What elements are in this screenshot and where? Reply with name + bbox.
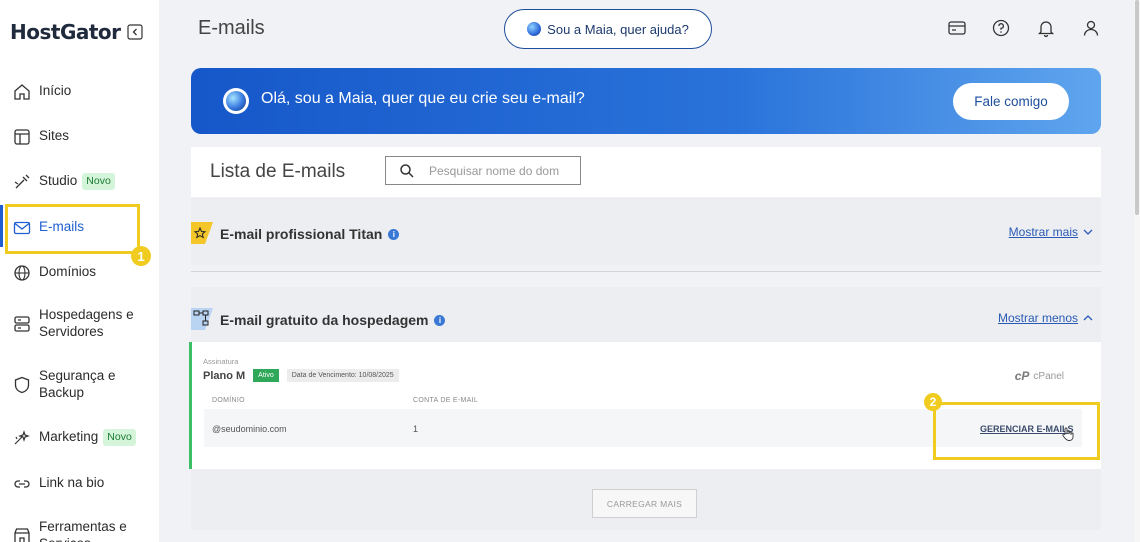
- maia-avatar-icon: [527, 22, 542, 36]
- sidebar: HostGator Início Sites Studio Novo E-mail…: [0, 0, 159, 542]
- logo-row: HostGator: [10, 20, 143, 44]
- domain-search[interactable]: [385, 156, 581, 185]
- new-badge: Novo: [82, 172, 115, 190]
- status-badge: Ativo: [253, 369, 279, 382]
- bell-icon[interactable]: [1036, 18, 1056, 38]
- step-marker-2: 2: [924, 393, 942, 411]
- active-indicator: [0, 205, 3, 247]
- layout-icon: [14, 129, 30, 145]
- chevron-up-icon: [1083, 315, 1093, 321]
- sidebar-item-label: Sites: [39, 128, 70, 143]
- sidebar-item-label: Link na bio: [39, 475, 105, 490]
- shield-icon: [14, 376, 30, 394]
- org-chart-icon: [191, 308, 213, 330]
- sidebar-item-sites[interactable]: Sites: [12, 127, 69, 147]
- divider: [191, 271, 1101, 272]
- sidebar-item-hospedagens[interactable]: Hospedagens e Servidores: [12, 306, 142, 340]
- scrollbar[interactable]: [1134, 0, 1140, 542]
- step-marker-1: 1: [131, 246, 151, 266]
- info-icon[interactable]: i: [434, 314, 446, 326]
- search-input[interactable]: [429, 163, 569, 178]
- sidebar-item-label: Início: [39, 83, 72, 98]
- highlight-manage-emails: [933, 402, 1100, 460]
- sidebar-item-dominios[interactable]: Domínios: [12, 263, 96, 283]
- list-title: Lista de E-mails: [210, 161, 346, 182]
- column-header-domain: DOMÍNIO: [212, 397, 245, 404]
- maia-banner: Olá, sou a Maia, quer que eu crie seu e-…: [191, 68, 1101, 134]
- highlight-emails: [5, 204, 140, 254]
- globe-icon: [14, 265, 30, 281]
- magic-wand-icon: [14, 174, 30, 189]
- section-titan: E-mail profissional Titan i Mostrar mais: [191, 198, 1101, 265]
- subscription-label: Assinatura: [203, 357, 239, 366]
- column-header-accounts: CONTA DE E-MAIL: [413, 397, 479, 404]
- cpanel-logo: cP cPanel: [1014, 369, 1064, 383]
- plan-row: Plano M Ativo Data de Vencimento: 10/08/…: [203, 369, 399, 382]
- show-more-link[interactable]: Mostrar mais: [1009, 225, 1093, 239]
- sidebar-item-inicio[interactable]: Início: [12, 82, 71, 102]
- info-icon[interactable]: i: [388, 228, 400, 240]
- help-icon[interactable]: [991, 18, 1011, 38]
- account-count-cell: 1: [413, 424, 419, 434]
- sidebar-item-label: Hospedagens e Servidores: [39, 307, 134, 339]
- sidebar-item-link-bio[interactable]: Link na bio: [12, 474, 104, 494]
- credit-card-icon[interactable]: [947, 18, 967, 38]
- scrollbar-thumb[interactable]: [1135, 0, 1139, 215]
- section-title: E-mail gratuito da hospedagem i: [220, 312, 446, 328]
- sparkle-icon: [14, 430, 30, 445]
- maia-help-button[interactable]: Sou a Maia, quer ajuda?: [504, 9, 712, 49]
- sidebar-item-ferramentas[interactable]: Ferramentas e Serviços: [12, 518, 142, 542]
- store-icon: [14, 528, 30, 542]
- sidebar-item-label: Ferramentas e Serviços: [39, 519, 127, 542]
- hostgator-logo[interactable]: HostGator: [10, 20, 121, 44]
- page-title: E-mails: [198, 17, 265, 39]
- show-less-link[interactable]: Mostrar menos: [998, 311, 1093, 325]
- load-more-button[interactable]: CARREGAR MAIS: [592, 489, 697, 518]
- domain-cell: @seudominio.com: [212, 424, 287, 434]
- chevron-down-icon: [1083, 229, 1093, 235]
- sidebar-item-studio[interactable]: Studio Novo: [12, 172, 115, 192]
- sidebar-item-seguranca[interactable]: Segurança e Backup: [12, 367, 142, 401]
- maia-orb-icon: [223, 88, 249, 114]
- fale-comigo-button[interactable]: Fale comigo: [953, 83, 1069, 120]
- sidebar-item-label: Marketing: [39, 429, 99, 444]
- sidebar-item-label: Domínios: [39, 264, 97, 279]
- star-icon: [191, 222, 213, 244]
- banner-text: Olá, sou a Maia, quer que eu crie seu e-…: [261, 90, 585, 107]
- sidebar-item-marketing[interactable]: Marketing Novo: [12, 428, 136, 448]
- home-icon: [14, 84, 30, 100]
- sidebar-item-label: Studio: [39, 173, 78, 188]
- cpanel-icon: cP: [1014, 369, 1030, 383]
- maia-button-label: Sou a Maia, quer ajuda?: [547, 21, 689, 37]
- email-list-header: Lista de E-mails: [191, 147, 1101, 197]
- collapse-sidebar-icon[interactable]: [126, 24, 143, 40]
- user-icon[interactable]: [1081, 18, 1101, 38]
- link-icon: [14, 480, 30, 488]
- plan-name: Plano M: [203, 369, 246, 382]
- section-title: E-mail profissional Titan i: [220, 226, 400, 242]
- search-icon: [400, 163, 414, 178]
- due-date-badge: Data de Vencimento: 10/08/2025: [286, 369, 399, 382]
- sidebar-item-label: Segurança e Backup: [39, 368, 116, 400]
- server-icon: [14, 316, 30, 332]
- new-badge: Novo: [103, 428, 136, 446]
